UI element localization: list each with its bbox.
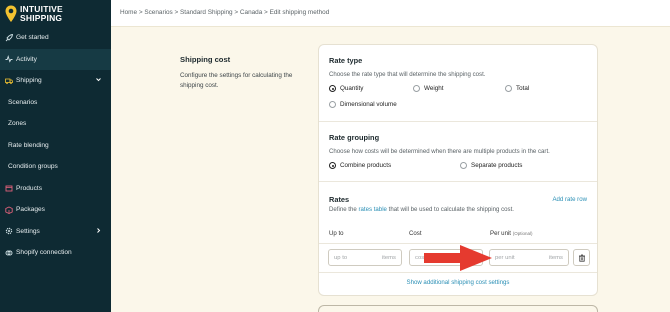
sidebar-item-scenarios[interactable]: Scenarios <box>0 92 111 114</box>
sidebar-item-label: Packages <box>16 206 45 214</box>
column-header-label: Per unit <box>490 230 512 237</box>
sidebar-item-settings[interactable]: Settings <box>0 221 111 243</box>
radio-separate-products[interactable]: Separate products <box>460 162 522 169</box>
sidebar-item-shipping[interactable]: Shipping <box>0 70 111 92</box>
column-header-up-to: Up to <box>329 230 344 237</box>
divider <box>319 121 597 122</box>
radio-label: Weight <box>424 85 444 92</box>
add-rate-row-button[interactable]: Add rate row <box>552 196 587 203</box>
location-pin-icon <box>5 5 17 22</box>
delete-row-button[interactable] <box>573 249 590 266</box>
sidebar-item-label: Products <box>16 184 43 192</box>
brand-logo[interactable]: INTUITIVE SHIPPING <box>5 3 63 25</box>
sidebar-item-label: Shipping <box>16 77 42 85</box>
rates-table-link[interactable]: rates table <box>358 206 386 213</box>
show-additional-settings-link[interactable]: Show additional shipping cost settings <box>319 279 597 286</box>
column-header-cost: Cost <box>409 230 422 237</box>
sidebar-item-get-started[interactable]: Get started <box>0 27 111 49</box>
radio-combine-products[interactable]: Combine products <box>329 162 391 169</box>
sidebar-nav: Get started Activity Shipping Scenarios … <box>0 27 111 264</box>
rates-subtitle-text: Define the <box>329 206 359 213</box>
rate-grouping-title: Rate grouping <box>329 133 380 142</box>
radio-dimensional-volume[interactable]: Dimensional volume <box>329 101 397 108</box>
radio-label: Separate products <box>471 162 523 169</box>
rate-grouping-subtitle: Choose how costs will be determined when… <box>329 148 550 155</box>
radio-checked-icon <box>329 85 336 92</box>
package-icon <box>5 206 13 214</box>
truck-icon <box>5 77 13 85</box>
sidebar: INTUITIVE SHIPPING Get started Activity … <box>0 0 111 312</box>
input-placeholder: per unit <box>495 254 515 261</box>
sidebar-item-packages[interactable]: Packages <box>0 199 111 221</box>
radio-unchecked-icon <box>329 101 336 108</box>
radio-label: Combine products <box>340 162 392 169</box>
sidebar-item-label: Settings <box>16 227 40 235</box>
sidebar-item-label: Rate blending <box>8 141 49 149</box>
breadcrumb[interactable]: Home > Scenarios > Standard Shipping > C… <box>120 9 329 16</box>
section-title: Shipping cost <box>180 55 231 64</box>
radio-label: Quantity <box>340 85 364 92</box>
rates-subtitle-text: that will be used to calculate the shipp… <box>386 206 514 213</box>
optional-label: (Optional) <box>512 231 533 236</box>
radio-total[interactable]: Total <box>505 85 529 92</box>
input-suffix: items <box>381 254 396 261</box>
radio-label: Total <box>516 85 530 92</box>
section-description: Configure the settings for calculating t… <box>180 72 293 89</box>
radio-label: Dimensional volume <box>340 101 397 108</box>
next-card <box>318 305 598 312</box>
link-icon <box>5 249 13 257</box>
chevron-down-icon[interactable] <box>95 76 102 85</box>
input-suffix: items <box>548 254 563 261</box>
chevron-right-icon[interactable] <box>95 227 102 236</box>
sidebar-item-rate-blending[interactable]: Rate blending <box>0 135 111 157</box>
divider <box>319 181 597 182</box>
input-placeholder: up to <box>334 254 348 261</box>
sidebar-item-label: Activity <box>16 55 37 63</box>
top-bar: Home > Scenarios > Standard Shipping > C… <box>111 0 670 27</box>
rates-subtitle: Define the rates table that will be used… <box>329 206 514 213</box>
annotation-arrow-icon <box>424 245 492 271</box>
trash-icon <box>578 254 585 262</box>
column-header-per-unit: Per unit (Optional) <box>490 230 532 237</box>
radio-weight[interactable]: Weight <box>413 85 443 92</box>
rate-type-title: Rate type <box>329 56 363 65</box>
radio-unchecked-icon <box>505 85 512 92</box>
sidebar-item-zones[interactable]: Zones <box>0 113 111 135</box>
sidebar-item-label: Scenarios <box>8 98 38 106</box>
radio-quantity[interactable]: Quantity <box>329 85 363 92</box>
rate-type-subtitle: Choose the rate type that will determine… <box>329 71 486 78</box>
up-to-input[interactable]: up to items <box>328 249 402 266</box>
sidebar-item-activity[interactable]: Activity <box>0 48 111 70</box>
sidebar-item-label: Get started <box>16 34 49 42</box>
activity-icon <box>5 55 13 63</box>
box-icon <box>5 184 13 192</box>
rates-title: Rates <box>329 195 350 204</box>
sidebar-item-products[interactable]: Products <box>0 178 111 200</box>
brand-line-2: SHIPPING <box>20 13 63 23</box>
rocket-icon <box>5 33 13 42</box>
sidebar-item-label: Shopify connection <box>16 249 72 257</box>
radio-unchecked-icon <box>460 162 467 169</box>
per-unit-input[interactable]: per unit items <box>489 249 569 266</box>
sidebar-item-shopify-connection[interactable]: Shopify connection <box>0 242 111 264</box>
gear-icon <box>5 227 13 235</box>
radio-unchecked-icon <box>413 85 420 92</box>
sidebar-item-label: Condition groups <box>8 163 58 171</box>
radio-checked-icon <box>329 162 336 169</box>
sidebar-item-condition-groups[interactable]: Condition groups <box>0 156 111 178</box>
sidebar-item-label: Zones <box>8 120 27 128</box>
